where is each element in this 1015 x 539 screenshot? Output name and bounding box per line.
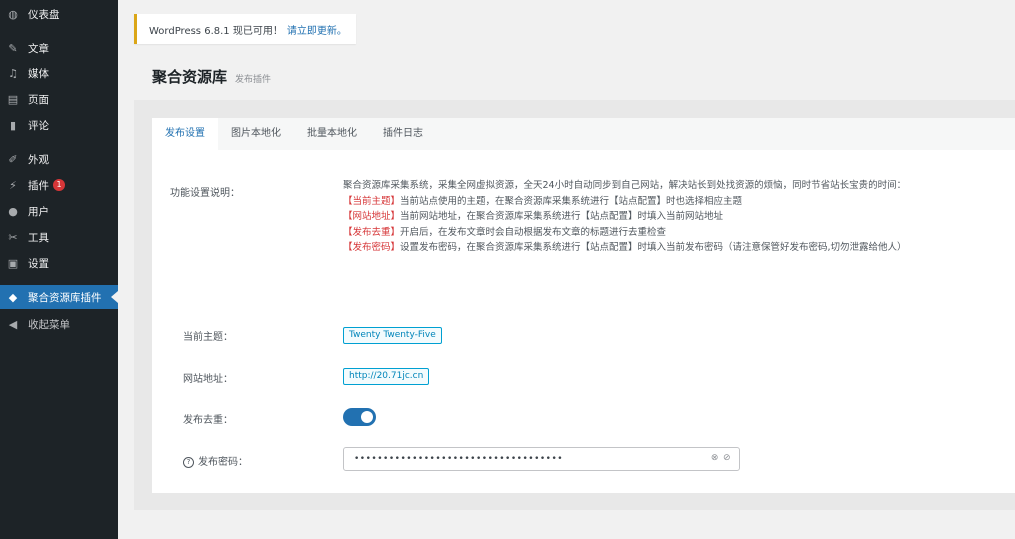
sidebar-item-label: 媒体 [28,67,49,80]
sidebar-item-label: 评论 [28,119,49,132]
eye-off-icon[interactable]: ⊘ [723,453,731,463]
page-title: 聚合资源库 [152,68,228,86]
site-url-tag: http://20.71jc.cn [343,368,430,385]
sidebar-item-label: 插件 [28,179,49,192]
page-icon: ▤ [7,92,19,106]
sidebar-item-resource-plugin[interactable]: ◆ 聚合资源库插件 [0,285,118,309]
sidebar-item-label: 文章 [28,42,49,55]
sidebar-item-label: 仪表盘 [28,8,60,21]
update-now-link[interactable]: 请立即更新。 [287,22,347,37]
sidebar-item-label: 聚合资源库插件 [28,291,102,304]
sidebar-item-label: 外观 [28,153,49,166]
media-icon: ♫ [8,66,18,80]
sidebar-item-dashboard[interactable]: ◍ 仪表盘 [0,2,118,26]
settings-icon: ▣ [7,256,19,270]
sidebar-item-posts[interactable]: ✎ 文章 [0,36,118,60]
sidebar-item-label: 用户 [28,205,49,218]
dedupe-label: 发布去重： [183,415,233,426]
feature-description: 聚合资源库采集系统，采集全网虚拟资源，全天24小时自动同步到自己网站，解决站长到… [343,178,943,256]
plugin-icon: ⚡ [9,178,17,192]
dashboard-icon: ◍ [8,7,18,21]
sidebar-item-label: 收起菜单 [28,318,70,331]
sidebar-item-tools[interactable]: ✂ 工具 [0,225,118,249]
user-icon: ● [8,204,18,218]
desc-label: 功能设置说明： [170,188,240,199]
sidebar-item-label: 设置 [28,257,49,270]
page-header: 聚合资源库 发布插件 [152,66,271,87]
desc-intro: 聚合资源库采集系统，采集全网虚拟资源，全天24小时自动同步到自己网站，解决站长到… [343,180,907,191]
sidebar-item-label: 工具 [28,231,49,244]
password-value: •••••••••••••••••••••••••••••••••••• [354,454,564,464]
collapse-menu-button[interactable]: ◀ 收起菜单 [0,312,118,336]
pin-icon: ✎ [8,41,18,55]
tab-plugin-log[interactable]: 插件日志 [370,118,436,150]
password-field[interactable]: •••••••••••••••••••••••••••••••••••• ⊗ ⊘ [343,447,740,471]
collapse-icon: ◀ [8,317,18,331]
tab-bar: 发布设置 图片本地化 批量本地化 插件日志 [152,118,1015,150]
tab-publish-settings[interactable]: 发布设置 [152,118,218,150]
sidebar-item-appearance[interactable]: ✐ 外观 [0,147,118,171]
help-icon[interactable]: ? [183,456,194,468]
notice-text: WordPress 6.8.1 现已可用！ [149,25,283,37]
desc-line: 【当前主题】当前站点使用的主题，在聚合资源库采集系统进行【站点配置】时也选择相应… [343,195,743,207]
desc-line: 【网站地址】当前网站地址，在聚合资源库采集系统进行【站点配置】时填入当前网站地址 [343,211,724,222]
sidebar-item-label: 页面 [28,93,49,106]
theme-value-tag: Twenty Twenty-Five [343,327,442,344]
comment-icon: ▮ [9,118,17,132]
sidebar-item-settings[interactable]: ▣ 设置 [0,251,118,275]
sidebar-item-pages[interactable]: ▤ 页面 [0,87,118,111]
dedupe-toggle[interactable] [343,408,376,426]
sidebar-item-media[interactable]: ♫ 媒体 [0,61,118,85]
theme-label: 当前主题： [183,332,233,343]
password-label-row: ? 发布密码： [183,453,248,468]
tab-image-localize[interactable]: 图片本地化 [218,118,294,150]
update-notice: WordPress 6.8.1 现已可用！ 请立即更新。 [134,14,356,44]
password-label: 发布密码： [198,457,248,468]
appearance-icon: ✐ [8,152,18,166]
sidebar-item-users[interactable]: ● 用户 [0,199,118,223]
shield-icon: ◆ [8,290,18,304]
sidebar-item-comments[interactable]: ▮ 评论 [0,113,118,137]
toggle-knob [361,411,373,423]
update-count-badge: 1 [53,179,65,191]
sidebar-item-plugins[interactable]: ⚡ 插件 1 [0,173,118,197]
clear-icon[interactable]: ⊗ [711,453,719,463]
tools-icon: ✂ [8,230,18,244]
tab-batch-localize[interactable]: 批量本地化 [294,118,370,150]
password-actions: ⊗ ⊘ [711,453,731,463]
page-subtitle: 发布插件 [235,75,272,85]
site-url-label: 网站地址： [183,374,233,385]
admin-sidebar: ◍ 仪表盘 ✎ 文章 ♫ 媒体 ▤ 页面 ▮ 评论 ✐ 外观 ⚡ 插件 1 ● … [0,0,118,539]
desc-line: 【发布密码】设置发布密码，在聚合资源库采集系统进行【站点配置】时填入当前发布密码… [343,242,907,253]
desc-line: 【发布去重】开启后，在发布文章时会自动根据发布文章的标题进行去重检查 [343,226,667,238]
